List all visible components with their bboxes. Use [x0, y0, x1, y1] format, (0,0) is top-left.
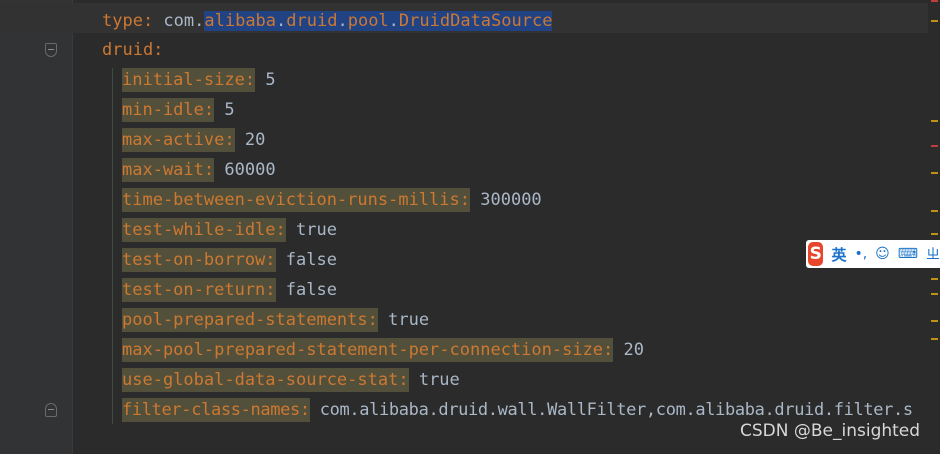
code-line-property[interactable]: max-pool-prepared-statement-per-connecti… — [122, 338, 644, 362]
yaml-value-prefix: com. — [153, 11, 205, 31]
error-marker[interactable] — [931, 0, 938, 2]
yaml-key: initial-size: — [122, 68, 256, 92]
code-line-type[interactable]: type: com.alibaba.druid.pool.DruidDataSo… — [102, 9, 553, 33]
warning-marker[interactable] — [931, 172, 938, 174]
warning-marker[interactable] — [931, 293, 938, 295]
sel-part: pool — [347, 11, 389, 31]
yaml-key: filter-class-names: — [122, 398, 310, 422]
yaml-value: false — [285, 280, 337, 300]
code-line-property[interactable]: use-global-data-source-stat: true — [122, 368, 460, 392]
sel-part: DruidDataSource — [398, 11, 553, 31]
sel-part: . — [337, 11, 348, 31]
error-stripe[interactable] — [928, 0, 940, 454]
yaml-value: 60000 — [224, 160, 276, 180]
yaml-key: time-between-eviction-runs-millis: — [122, 188, 470, 212]
sogou-logo-icon[interactable]: S — [808, 242, 824, 266]
toolbox-icon[interactable]: ㄓ — [926, 244, 940, 264]
yaml-value: 300000 — [480, 190, 542, 210]
code-line-property[interactable]: initial-size: 5 — [122, 68, 276, 92]
code-line-property[interactable]: time-between-eviction-runs-millis: 30000… — [122, 188, 542, 212]
code-line-property[interactable]: test-on-return: false — [122, 278, 337, 302]
error-marker[interactable] — [931, 145, 938, 147]
yaml-key: test-on-borrow: — [122, 248, 276, 272]
warning-marker[interactable] — [931, 210, 938, 212]
keyboard-icon[interactable]: ⌨ — [898, 246, 918, 262]
ime-mode-toggle[interactable]: 英 — [831, 244, 846, 265]
yaml-key: max-wait: — [122, 158, 215, 182]
yaml-key: test-on-return: — [122, 278, 276, 302]
code-line-property[interactable]: test-on-borrow: false — [122, 248, 337, 272]
code-line-property[interactable]: max-active: 20 — [122, 128, 265, 152]
yaml-value: true — [388, 310, 430, 330]
code-line-property[interactable]: filter-class-names: com.alibaba.druid.wa… — [122, 398, 913, 422]
watermark: CSDN @Be_insighted — [740, 421, 921, 441]
sel-part: . — [388, 11, 399, 31]
yaml-key: min-idle: — [122, 98, 215, 122]
yaml-key: druid: — [102, 40, 164, 60]
yaml-key: max-active: — [122, 128, 235, 152]
code-editor[interactable]: type: com.alibaba.druid.pool.DruidDataSo… — [0, 0, 940, 454]
indent-guide — [112, 68, 113, 424]
selected-text[interactable]: alibaba.druid.pool.DruidDataSource — [204, 11, 553, 31]
warning-marker[interactable] — [931, 320, 938, 322]
warning-marker[interactable] — [931, 233, 938, 235]
yaml-value: true — [296, 220, 337, 240]
yaml-key: max-pool-prepared-statement-per-connecti… — [122, 338, 614, 362]
code-line-property[interactable]: min-idle: 5 — [122, 98, 235, 122]
yaml-value: false — [285, 250, 337, 270]
yaml-value: true — [418, 370, 460, 390]
fold-close-icon[interactable] — [45, 403, 57, 417]
code-line-property[interactable]: max-wait: 60000 — [122, 158, 276, 182]
yaml-value: 5 — [265, 70, 276, 90]
warning-marker[interactable] — [931, 20, 938, 22]
code-line-property[interactable]: pool-prepared-statements: true — [122, 308, 429, 332]
punctuation-icon[interactable]: •, — [854, 246, 867, 262]
yaml-key: pool-prepared-statements: — [122, 308, 378, 332]
code-line-druid[interactable]: druid: — [102, 38, 163, 62]
yaml-key: type: — [102, 11, 154, 31]
yaml-key: use-global-data-source-stat: — [122, 368, 409, 392]
fold-open-icon[interactable] — [45, 43, 57, 57]
code-line-property[interactable]: test-while-idle: true — [122, 218, 337, 242]
ime-toolbar[interactable]: S 英 •, ☺ ⌨ ㄓ — [806, 240, 940, 268]
yaml-value: 20 — [244, 130, 266, 150]
gutter-separator — [72, 0, 73, 454]
sel-part: druid — [286, 11, 338, 31]
warning-marker[interactable] — [931, 338, 938, 340]
warning-marker[interactable] — [931, 278, 938, 280]
editor-gutter — [0, 0, 72, 454]
sel-part: alibaba — [204, 11, 277, 31]
yaml-key: test-while-idle: — [122, 218, 286, 242]
yaml-value: 5 — [224, 100, 235, 120]
emoji-icon[interactable]: ☺ — [875, 246, 890, 262]
yaml-value: com.alibaba.druid.wall.WallFilter,com.al… — [319, 400, 913, 420]
yaml-value: 20 — [623, 340, 645, 360]
sel-part: . — [276, 11, 287, 31]
warning-marker[interactable] — [931, 120, 938, 122]
